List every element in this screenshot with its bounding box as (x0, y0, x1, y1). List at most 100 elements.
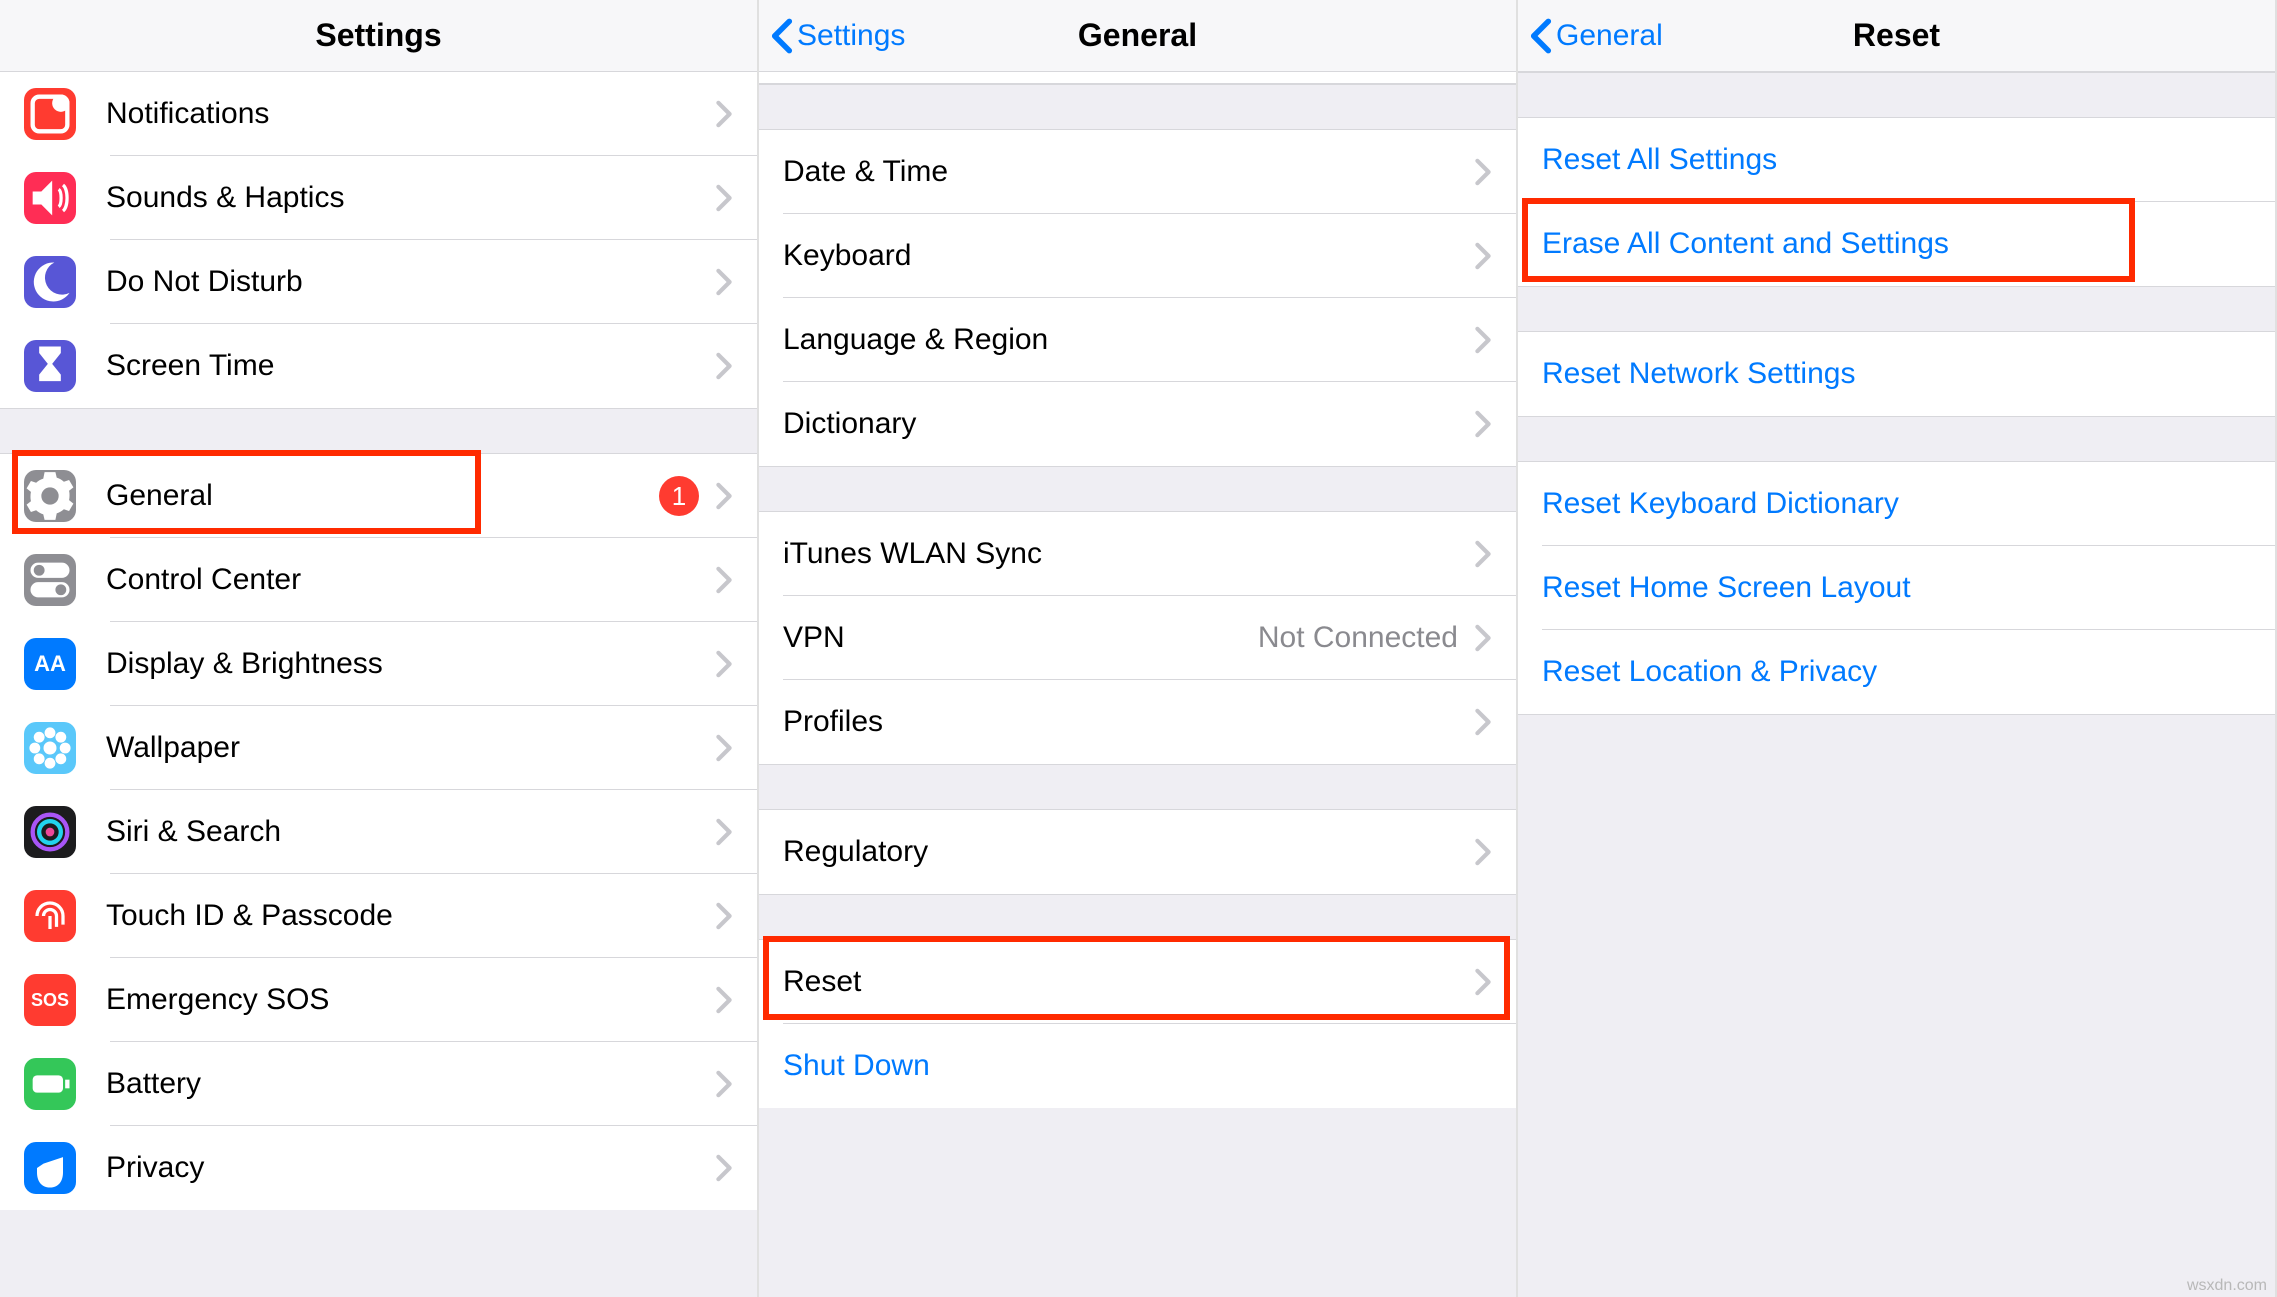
hourglass-icon (24, 340, 76, 392)
general-list-a: Date & Time Keyboard Language & Region D… (759, 130, 1516, 466)
general-header: Settings General (759, 0, 1516, 72)
row-label: Wallpaper (106, 731, 715, 765)
row-label: Siri & Search (106, 815, 715, 849)
row-privacy[interactable]: Privacy (0, 1126, 757, 1210)
row-reset-keyboard[interactable]: Reset Keyboard Dictionary (1518, 462, 2275, 546)
general-panel: Settings General Date & Time Keyboard La… (759, 0, 1518, 1297)
row-label: Erase All Content and Settings (1542, 227, 2251, 261)
reset-panel: General Reset Reset All Settings Erase A… (1518, 0, 2277, 1297)
row-label: Touch ID & Passcode (106, 899, 715, 933)
text-size-icon: AA (24, 638, 76, 690)
notification-badge: 1 (659, 476, 699, 516)
battery-icon (24, 1058, 76, 1110)
reset-list-b: Reset Network Settings (1518, 332, 2275, 416)
row-general[interactable]: General 1 (0, 454, 757, 538)
back-button[interactable]: Settings (759, 17, 905, 55)
row-label: Battery (106, 1067, 715, 1101)
siri-icon (24, 806, 76, 858)
chevron-right-icon (715, 902, 733, 930)
row-label: Language & Region (783, 323, 1474, 357)
row-profiles[interactable]: Profiles (759, 680, 1516, 764)
row-label: Reset Home Screen Layout (1542, 571, 2251, 605)
section-gap (1518, 286, 2275, 332)
row-vpn[interactable]: VPN Not Connected (759, 596, 1516, 680)
settings-list-a: Notifications Sounds & Haptics Do Not Di… (0, 72, 757, 408)
chevron-right-icon (715, 184, 733, 212)
row-label: Shut Down (783, 1049, 1492, 1083)
section-gap (0, 408, 757, 454)
row-label: Emergency SOS (106, 983, 715, 1017)
chevron-right-icon (715, 482, 733, 510)
chevron-right-icon (1474, 410, 1492, 438)
chevron-right-icon (715, 986, 733, 1014)
settings-list-b: General 1 Control Center AA Display & Br… (0, 454, 757, 1210)
row-reset-all[interactable]: Reset All Settings (1518, 118, 2275, 202)
row-keyboard[interactable]: Keyboard (759, 214, 1516, 298)
general-list-c: Regulatory (759, 810, 1516, 894)
row-label: Dictionary (783, 407, 1474, 441)
row-controlcenter[interactable]: Control Center (0, 538, 757, 622)
row-label: Reset Network Settings (1542, 357, 2251, 391)
back-button[interactable]: General (1518, 17, 1663, 55)
row-reset-location[interactable]: Reset Location & Privacy (1518, 630, 2275, 714)
section-gap (1518, 72, 2275, 118)
row-label: Reset All Settings (1542, 143, 2251, 177)
reset-header: General Reset (1518, 0, 2275, 72)
watermark: wsxdn.com (2187, 1277, 2267, 1295)
moon-icon (24, 256, 76, 308)
reset-list-a: Reset All Settings Erase All Content and… (1518, 118, 2275, 286)
row-dictionary[interactable]: Dictionary (759, 382, 1516, 466)
row-label: Privacy (106, 1151, 715, 1185)
row-label: Control Center (106, 563, 715, 597)
row-label: Reset Keyboard Dictionary (1542, 487, 2251, 521)
settings-header: Settings (0, 0, 757, 72)
row-wallpaper[interactable]: Wallpaper (0, 706, 757, 790)
row-reset-network[interactable]: Reset Network Settings (1518, 332, 2275, 416)
row-label: Reset (783, 965, 1474, 999)
section-gap (1518, 416, 2275, 462)
chevron-right-icon (1474, 838, 1492, 866)
hand-icon (24, 1142, 76, 1194)
row-regulatory[interactable]: Regulatory (759, 810, 1516, 894)
chevron-right-icon (715, 100, 733, 128)
chevron-right-icon (715, 818, 733, 846)
row-itunes-sync[interactable]: iTunes WLAN Sync (759, 512, 1516, 596)
row-label: iTunes WLAN Sync (783, 537, 1474, 571)
row-label: Sounds & Haptics (106, 181, 715, 215)
chevron-right-icon (715, 734, 733, 762)
row-label: General (106, 479, 659, 513)
chevron-right-icon (715, 1070, 733, 1098)
row-sos[interactable]: SOS Emergency SOS (0, 958, 757, 1042)
flower-icon (24, 722, 76, 774)
row-label: Notifications (106, 97, 715, 131)
row-label: VPN (783, 621, 1258, 655)
row-dnd[interactable]: Do Not Disturb (0, 240, 757, 324)
row-shutdown[interactable]: Shut Down (759, 1024, 1516, 1108)
row-sounds[interactable]: Sounds & Haptics (0, 156, 757, 240)
row-reset[interactable]: Reset (759, 940, 1516, 1024)
settings-panel: Settings Notifications Sounds & Haptics … (0, 0, 759, 1297)
row-battery[interactable]: Battery (0, 1042, 757, 1126)
chevron-right-icon (1474, 242, 1492, 270)
chevron-right-icon (1474, 158, 1492, 186)
row-language[interactable]: Language & Region (759, 298, 1516, 382)
row-screentime[interactable]: Screen Time (0, 324, 757, 408)
row-datetime[interactable]: Date & Time (759, 130, 1516, 214)
row-display[interactable]: AA Display & Brightness (0, 622, 757, 706)
row-siri[interactable]: Siri & Search (0, 790, 757, 874)
sos-icon: SOS (24, 974, 76, 1026)
row-label: Keyboard (783, 239, 1474, 273)
section-gap (759, 84, 1516, 130)
chevron-right-icon (1474, 624, 1492, 652)
row-notifications[interactable]: Notifications (0, 72, 757, 156)
row-label: Reset Location & Privacy (1542, 655, 2251, 689)
row-label: Date & Time (783, 155, 1474, 189)
chevron-right-icon (715, 566, 733, 594)
row-erase-all[interactable]: Erase All Content and Settings (1518, 202, 2275, 286)
row-reset-home[interactable]: Reset Home Screen Layout (1518, 546, 2275, 630)
row-label: Display & Brightness (106, 647, 715, 681)
sounds-icon (24, 172, 76, 224)
row-label: Regulatory (783, 835, 1474, 869)
row-touchid[interactable]: Touch ID & Passcode (0, 874, 757, 958)
chevron-right-icon (1474, 968, 1492, 996)
